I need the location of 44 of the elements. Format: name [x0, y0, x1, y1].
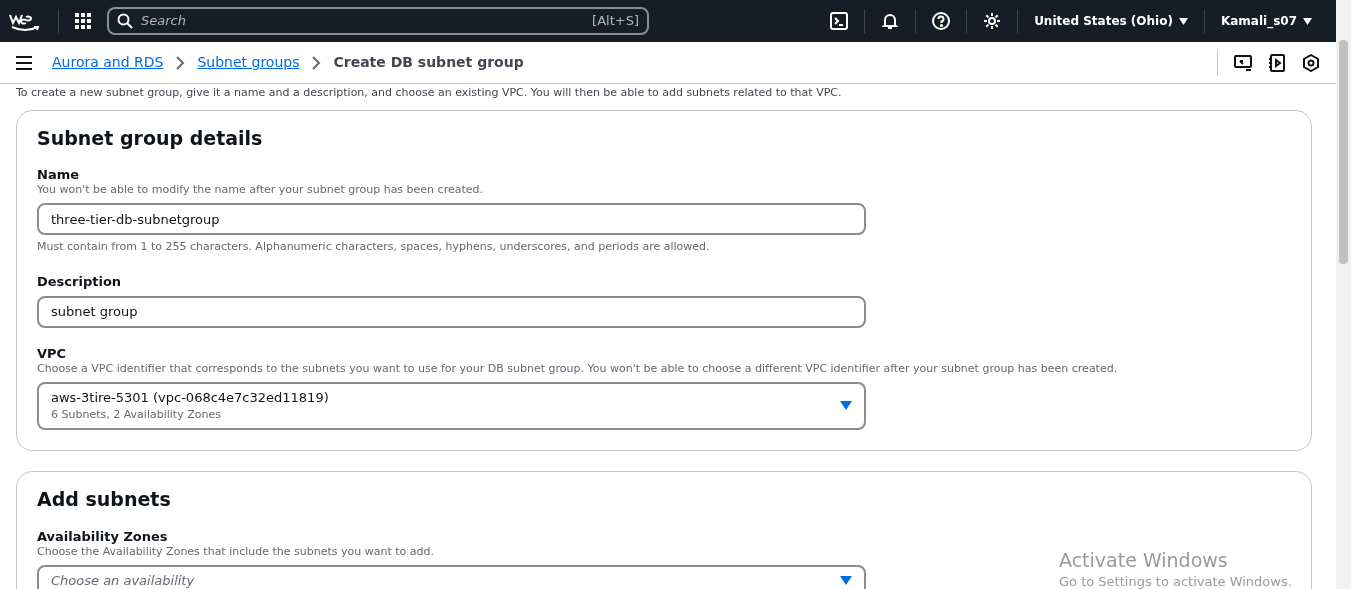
field-label: Description	[37, 273, 123, 290]
notebook-icon[interactable]	[1268, 53, 1286, 72]
select-value: aws-3tire-5301 (vpc-068c4e7c32ed11819)	[51, 388, 330, 407]
caret-icon	[1303, 18, 1312, 25]
search-placeholder: Search	[141, 12, 187, 31]
field-label: Name	[37, 167, 80, 184]
apps-grid-icon[interactable]	[75, 13, 91, 29]
help-icon[interactable]	[932, 12, 951, 30]
caret-icon	[840, 401, 852, 411]
field-constraint: Must contain from 1 to 255 characters. Alphanumeric characters, spaces, hyphens, underscores, and periods are allowed.	[37, 239, 711, 256]
select-field[interactable]: aws-3tire-5301 (vpc-068c4e7c32ed11819) 6 Subnets, 2 Availability Zones	[37, 381, 866, 430]
text-input[interactable]: three-tier-db-subnetgroup	[37, 203, 866, 236]
activation-notice-title: Activate Windows	[1059, 548, 1229, 572]
field-description: Choose a VPC identifier that corresponds to the subnets you want to use for your DB subnet group. You won't be able to choose a different VPC identifier after your subnet group has been created.	[37, 361, 1119, 376]
terminal-icon[interactable]	[830, 12, 849, 30]
field-description: Choose the Availability Zones that include the subnets you want to add.	[37, 544, 435, 559]
bell-icon[interactable]	[881, 12, 900, 30]
select-secondary: 6 Subnets, 2 Availability Zones	[51, 407, 222, 424]
activation-notice-text: Go to Settings to activate Windows.	[1059, 573, 1292, 589]
field-label: Availability Zones	[37, 528, 169, 545]
breadcrumb-link[interactable]: Subnet groups	[197, 52, 300, 73]
caret-icon	[840, 576, 852, 586]
screen-share-icon[interactable]	[1234, 53, 1252, 72]
region-menu[interactable]: United States (Ohio)	[1034, 12, 1188, 30]
intro-text: To create a new subnet group, give it a name and a description, and choose an existing VPC. You will then be able to add subnets related to that VPC.	[16, 86, 842, 99]
account-menu[interactable]: Kamali_s07	[1220, 12, 1312, 30]
section-title: Add subnets	[37, 487, 172, 511]
shortcut-hint: [Alt+S]	[592, 12, 639, 31]
breadcrumb-link[interactable]: Aurora and RDS	[52, 52, 164, 73]
scrollbar-thumb[interactable]	[1339, 40, 1348, 264]
chevron-right-icon	[311, 55, 322, 70]
select-placeholder: Choose an availability	[51, 571, 196, 589]
text-input[interactable]: subnet group	[37, 295, 866, 328]
breadcrumb-current: Create DB subnet group	[333, 53, 524, 72]
select-field[interactable]: Choose an availability	[37, 564, 866, 589]
menu-icon[interactable]	[16, 55, 32, 70]
section-title: Subnet group details	[37, 126, 264, 150]
hexagon-icon[interactable]	[1302, 53, 1320, 72]
field-label: VPC	[37, 345, 68, 362]
chevron-right-icon	[175, 55, 186, 70]
field-description: You won't be able to modify the name after your subnet group has been created.	[37, 183, 484, 198]
search-icon	[117, 13, 133, 29]
search-field[interactable]: Search [Alt+S]	[107, 7, 649, 35]
caret-icon	[1178, 18, 1188, 25]
